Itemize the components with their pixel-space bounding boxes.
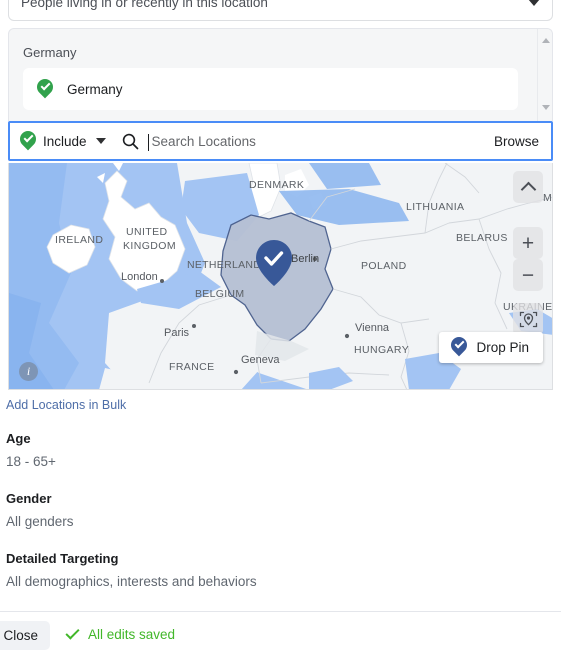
svg-text:IRELAND: IRELAND (55, 234, 103, 246)
svg-text:UNITED: UNITED (126, 226, 167, 238)
detailed-targeting-value: All demographics, interests and behavior… (6, 574, 257, 589)
selected-locations-panel: Germany Germany (8, 28, 553, 121)
detailed-targeting-section: Detailed Targeting All demographics, int… (6, 551, 257, 589)
map-pin-check-icon (448, 333, 471, 358)
include-label: Include (43, 133, 87, 149)
map-zoom-out-button[interactable]: − (513, 259, 543, 291)
list-item[interactable]: Germany (23, 68, 518, 110)
gender-title: Gender (6, 491, 52, 506)
location-type-dropdown[interactable]: People living in or recently in this loc… (8, 0, 553, 21)
age-value: 18 - 65+ (6, 454, 56, 469)
drop-pin-button[interactable]: Drop Pin (439, 332, 543, 363)
scroll-up-arrow-icon[interactable] (541, 38, 550, 43)
search-input[interactable]: Search Locations (147, 123, 494, 159)
info-label: i (26, 364, 31, 378)
age-title: Age (6, 431, 31, 446)
scroll-down-arrow-icon[interactable] (541, 105, 550, 110)
minus-icon: − (521, 263, 535, 287)
svg-text:BELARUS: BELARUS (456, 232, 508, 244)
footer-bar: Close All edits saved (0, 611, 561, 654)
drop-pin-label: Drop Pin (476, 340, 529, 355)
age-section: Age 18 - 65+ (6, 431, 56, 469)
location-search-bar[interactable]: Include Search Locations Browse (8, 121, 553, 161)
saved-status-label: All edits saved (88, 627, 176, 642)
svg-text:London: London (121, 271, 158, 283)
map-zoom-in-button[interactable]: + (513, 227, 543, 259)
close-button[interactable]: Close (0, 621, 50, 650)
locate-pin-icon (519, 311, 537, 327)
svg-text:BELGIUM: BELGIUM (195, 288, 244, 300)
checkmark-icon (65, 625, 80, 640)
location-map[interactable]: IRELAND UNITED KINGDOM London NETHERLAND… (8, 163, 553, 390)
text-cursor (147, 134, 149, 151)
plus-icon: + (521, 231, 535, 255)
selected-group-title: Germany (23, 45, 77, 60)
svg-text:HUNGARY: HUNGARY (354, 344, 409, 356)
svg-text:Geneva: Geneva (241, 354, 280, 366)
location-targeting-panel: People living in or recently in this loc… (0, 0, 561, 654)
selected-locations-scrollbar[interactable] (537, 29, 552, 121)
gender-value: All genders (6, 514, 74, 529)
svg-text:Berlin: Berlin (291, 253, 319, 265)
include-exclude-dropdown[interactable]: Include (16, 127, 106, 152)
list-item-label: Germany (67, 81, 123, 97)
svg-text:Paris: Paris (164, 327, 190, 339)
svg-text:KINGDOM: KINGDOM (123, 240, 176, 252)
search-icon (122, 133, 139, 150)
search-input-placeholder: Search Locations (151, 133, 256, 149)
compass-up-icon (520, 181, 536, 197)
map-pin-check-icon (33, 75, 57, 100)
map-pin-check-icon (16, 127, 40, 152)
detailed-targeting-title: Detailed Targeting (6, 551, 119, 566)
svg-text:Vienna: Vienna (355, 322, 390, 334)
status-badge: All edits saved (65, 625, 176, 642)
chevron-down-icon (528, 0, 540, 6)
gender-section: Gender All genders (6, 491, 74, 529)
svg-text:LITHUANIA: LITHUANIA (406, 201, 464, 213)
svg-text:DENMARK: DENMARK (249, 179, 304, 191)
map-compass-button[interactable] (513, 171, 543, 203)
svg-text:M: M (543, 192, 552, 204)
info-icon[interactable]: i (19, 362, 38, 381)
svg-text:FRANCE: FRANCE (169, 361, 215, 373)
add-locations-in-bulk-link[interactable]: Add Locations in Bulk (6, 398, 126, 412)
browse-button[interactable]: Browse (494, 134, 539, 149)
location-type-label: People living in or recently in this loc… (21, 0, 268, 10)
map-locate-button[interactable] (513, 303, 543, 335)
svg-text:POLAND: POLAND (361, 260, 407, 272)
chevron-down-icon (95, 138, 106, 144)
